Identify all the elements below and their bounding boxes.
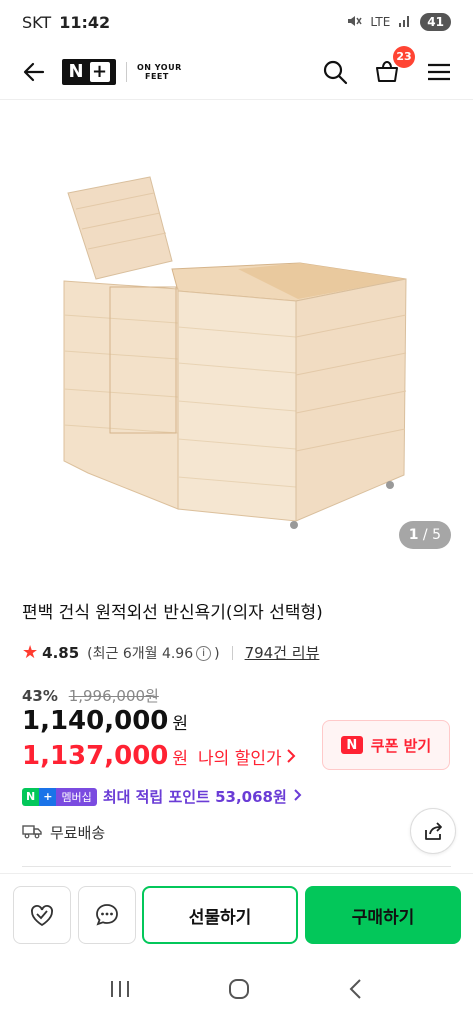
home-button[interactable] [227, 977, 251, 1005]
share-button[interactable] [410, 808, 456, 854]
price-row: 1,140,000 원 [22, 706, 188, 736]
coupon-n-icon: N [340, 736, 363, 754]
membership-badge-n: N [22, 787, 40, 806]
my-discount-price-link[interactable]: 1,137,000 원 나의 할인가 [22, 741, 296, 771]
chevron-right-icon [286, 748, 296, 769]
signal-icon [398, 14, 412, 31]
coupon-button[interactable]: N 쿠폰 받기 [322, 720, 450, 770]
buy-button[interactable]: 구매하기 [305, 886, 461, 944]
membership-badge-plus: + [39, 787, 57, 806]
back-chevron-icon [349, 979, 361, 999]
mute-icon [346, 13, 362, 32]
discount-percent: 43% [22, 687, 58, 705]
header-actions: 23 [317, 45, 457, 90]
network-label: LTE [370, 15, 391, 29]
rating-score: 4.85 [42, 643, 80, 662]
membership-badge-label: 멤버십 [56, 787, 97, 806]
brand-logo-line2: FEET [145, 71, 169, 81]
review-count-link[interactable]: 794건 리뷰 [245, 642, 320, 663]
my-discount-label: 나의 할인가 [198, 749, 282, 769]
cart-button[interactable]: 23 [369, 45, 415, 90]
heart-check-icon [31, 905, 53, 927]
star-icon: ★ [22, 642, 39, 663]
truck-icon [22, 823, 42, 843]
clock: 11:42 [59, 12, 111, 32]
logo-separator [126, 61, 127, 82]
back-arrow-icon [23, 62, 45, 81]
carrier: SKT [22, 12, 52, 32]
shipping-row: 무료배송 [22, 822, 105, 843]
chat-icon [96, 904, 118, 926]
search-button[interactable] [317, 54, 353, 90]
brand-logo-line1: ON YOUR [137, 62, 182, 72]
sale-price: 1,140,000 [22, 706, 169, 736]
status-right: LTE 41 [346, 13, 451, 32]
my-discount-price: 1,137,000 [22, 741, 169, 771]
shipping-text: 무료배송 [50, 824, 106, 842]
my-discount-price-unit: 원 [172, 749, 189, 769]
wishlist-button[interactable] [13, 886, 71, 944]
cart-count-badge: 23 [393, 45, 415, 68]
max-points-text: 최대 적립 포인트 53,068원 [102, 788, 287, 806]
recent-rating-text: (최근 6개월 4.96 [87, 645, 194, 662]
discount-row: 43% 1,996,000원 [22, 685, 159, 706]
system-back-button[interactable] [346, 977, 366, 1005]
product-photo [63, 176, 407, 529]
coupon-label: 쿠폰 받기 [370, 736, 432, 755]
section-divider [22, 866, 451, 867]
image-counter-current: 1 [408, 527, 419, 543]
image-counter-total: / 5 [422, 527, 441, 543]
brand-logo[interactable]: ON YOUR FEET [137, 63, 182, 81]
image-counter: 1 / 5 [398, 521, 451, 549]
membership-badge: N + 멤버십 [22, 787, 97, 806]
battery-badge: 41 [420, 13, 451, 31]
home-icon [228, 979, 249, 999]
points-row[interactable]: N + 멤버십 최대 적립 포인트 53,068원 [22, 786, 302, 807]
naver-plus-logo[interactable]: N + [62, 58, 116, 85]
menu-button[interactable] [421, 54, 457, 90]
logo-n: N [68, 61, 84, 82]
logo-plus: + [89, 61, 110, 82]
product-title: 편백 건식 원적외선 반신욕기(의자 선택형) [22, 603, 323, 623]
rating-divider [231, 645, 233, 660]
recent-rating-close: ) [214, 645, 220, 662]
product-image-carousel[interactable]: 1 / 5 [0, 101, 473, 573]
app-header: N + ON YOUR FEET 23 [0, 44, 473, 100]
share-icon [425, 822, 442, 840]
status-bar: SKT 11:42 LTE 41 [0, 0, 473, 44]
chat-button[interactable] [78, 886, 136, 944]
menu-icon [428, 63, 450, 80]
recent-apps-button[interactable] [108, 978, 132, 1004]
gift-button[interactable]: 선물하기 [142, 886, 298, 944]
back-button[interactable] [16, 54, 52, 90]
bottom-action-bar: 선물하기 구매하기 [0, 873, 473, 957]
sale-price-unit: 원 [172, 714, 189, 734]
recent-apps-icon [110, 981, 129, 997]
rating-row: ★ 4.85 (최근 6개월 4.96 i) 794건 리뷰 [22, 642, 319, 663]
chevron-right-icon [293, 788, 302, 806]
recent-rating: (최근 6개월 4.96 i) [87, 643, 219, 663]
info-icon[interactable]: i [196, 646, 212, 661]
system-nav-bar [0, 958, 473, 1024]
status-left: SKT 11:42 [22, 13, 110, 32]
search-icon [323, 60, 348, 84]
original-price: 1,996,000원 [68, 687, 159, 705]
